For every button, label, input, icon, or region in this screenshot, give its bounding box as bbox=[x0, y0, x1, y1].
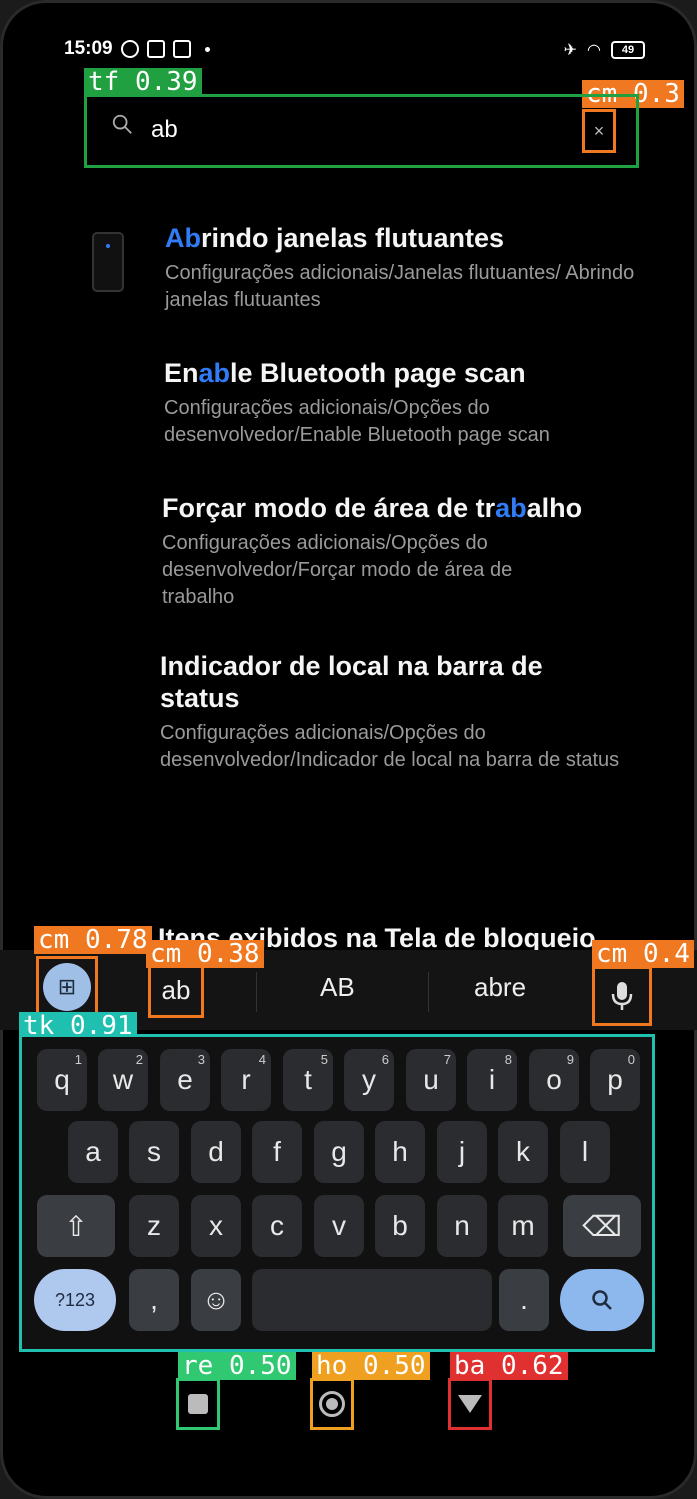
floating-window-thumbnail bbox=[92, 232, 124, 292]
space-key[interactable] bbox=[252, 1269, 492, 1331]
settings-status-icon bbox=[120, 40, 139, 58]
wifi-icon: ◠ bbox=[587, 42, 601, 59]
period-key[interactable]: . bbox=[499, 1269, 549, 1331]
key-j[interactable]: j bbox=[437, 1121, 487, 1183]
comma-key[interactable]: , bbox=[129, 1269, 179, 1331]
on-screen-keyboard: q1 w2 e3 r4 t5 y6 u7 i8 o9 p0 a s d f g … bbox=[19, 1034, 655, 1352]
key-p[interactable]: p0 bbox=[590, 1049, 640, 1111]
key-d[interactable]: d bbox=[191, 1121, 241, 1183]
detection-label-mic: cm 0.4 bbox=[592, 940, 694, 968]
suggestion-divider bbox=[428, 972, 429, 1012]
key-f[interactable]: f bbox=[252, 1121, 302, 1183]
recent-apps-button[interactable] bbox=[176, 1378, 220, 1430]
result-title: Indicador de local na barra de status bbox=[160, 651, 543, 713]
suggestion-divider bbox=[256, 972, 257, 1012]
key-o[interactable]: o9 bbox=[529, 1049, 579, 1111]
search-result[interactable]: Forçar modo de área de trabalho Configur… bbox=[162, 492, 582, 611]
key-e[interactable]: e3 bbox=[160, 1049, 210, 1111]
suggestion-abre[interactable]: abre bbox=[474, 972, 526, 1003]
status-bar: 15:09 bbox=[64, 38, 210, 60]
recent-apps-icon bbox=[188, 1394, 208, 1414]
key-b[interactable]: b bbox=[375, 1195, 425, 1257]
key-m[interactable]: m bbox=[498, 1195, 548, 1257]
battery-icon: 49 bbox=[611, 41, 645, 59]
key-q[interactable]: q1 bbox=[37, 1049, 87, 1111]
key-s[interactable]: s bbox=[129, 1121, 179, 1183]
status-bar-right: ✈ ◠ 49 bbox=[564, 40, 645, 60]
airplane-mode-icon: ✈ bbox=[563, 42, 578, 59]
key-l[interactable]: l bbox=[560, 1121, 610, 1183]
suggestion-ab[interactable]: ab bbox=[148, 962, 204, 1018]
status-time: 15:09 bbox=[64, 38, 113, 59]
key-k[interactable]: k bbox=[498, 1121, 548, 1183]
result-path: Configurações adicionais/Janelas flutuan… bbox=[165, 262, 635, 311]
key-g[interactable]: g bbox=[314, 1121, 364, 1183]
key-i[interactable]: i8 bbox=[467, 1049, 517, 1111]
keyboard-apps-button[interactable]: ⊞ bbox=[36, 956, 98, 1018]
key-y[interactable]: y6 bbox=[344, 1049, 394, 1111]
phone-screen: 15:09 ✈ ◠ 49 tf 0.39 cm 0.3 × Abrindo ja… bbox=[0, 0, 697, 1499]
detection-label-apps: cm 0.78 bbox=[34, 926, 152, 954]
detection-label-home: ho 0.50 bbox=[312, 1352, 430, 1380]
symbols-key[interactable]: ?123 bbox=[34, 1269, 116, 1331]
close-icon: × bbox=[593, 120, 605, 141]
search-bar[interactable]: × bbox=[84, 94, 639, 168]
result-path: Configurações adicionais/Opções do desen… bbox=[164, 397, 550, 446]
notification-icon-2 bbox=[172, 40, 191, 58]
result-title: Enable Bluetooth page scan bbox=[164, 358, 526, 388]
backspace-key[interactable]: ⌫ bbox=[563, 1195, 641, 1257]
search-input[interactable] bbox=[149, 109, 583, 151]
key-c[interactable]: c bbox=[252, 1195, 302, 1257]
search-icon bbox=[112, 114, 132, 134]
key-w[interactable]: w2 bbox=[98, 1049, 148, 1111]
result-path: Configurações adicionais/Opções do desen… bbox=[160, 722, 620, 771]
clear-search-button[interactable]: × bbox=[582, 109, 616, 153]
home-button[interactable] bbox=[310, 1378, 354, 1430]
microphone-icon bbox=[611, 982, 633, 1010]
key-a[interactable]: a bbox=[68, 1121, 118, 1183]
result-title: Abrindo janelas flutuantes bbox=[165, 223, 505, 253]
back-icon bbox=[458, 1395, 482, 1413]
emoji-key[interactable]: ☺ bbox=[191, 1269, 241, 1331]
key-h[interactable]: h bbox=[375, 1121, 425, 1183]
voice-input-button[interactable] bbox=[592, 966, 652, 1026]
key-z[interactable]: z bbox=[129, 1195, 179, 1257]
key-t[interactable]: t5 bbox=[283, 1049, 333, 1111]
home-icon bbox=[319, 1391, 345, 1417]
search-result[interactable]: Indicador de local na barra de status Co… bbox=[160, 650, 619, 774]
search-key[interactable] bbox=[560, 1269, 644, 1331]
key-v[interactable]: v bbox=[314, 1195, 364, 1257]
result-path: Configurações adicionais/Opções do desen… bbox=[162, 532, 513, 608]
suggestion-AB[interactable]: AB bbox=[320, 972, 355, 1003]
key-n[interactable]: n bbox=[437, 1195, 487, 1257]
notification-icon bbox=[146, 40, 165, 58]
more-notifications-dot bbox=[204, 46, 210, 52]
key-x[interactable]: x bbox=[191, 1195, 241, 1257]
detection-label-tf: tf 0.39 bbox=[84, 68, 202, 96]
key-r[interactable]: r4 bbox=[221, 1049, 271, 1111]
back-button[interactable] bbox=[448, 1378, 492, 1430]
shift-key[interactable]: ⇧ bbox=[37, 1195, 115, 1257]
key-u[interactable]: u7 bbox=[406, 1049, 456, 1111]
grid-icon: ⊞ bbox=[43, 963, 91, 1011]
battery-level: 49 bbox=[621, 44, 635, 56]
result-title: Forçar modo de área de trabalho bbox=[162, 493, 583, 523]
detection-label-back: ba 0.62 bbox=[450, 1352, 568, 1380]
search-result[interactable]: Abrindo janelas flutuantes Configurações… bbox=[165, 222, 645, 314]
search-icon bbox=[592, 1290, 612, 1310]
detection-label-recent: re 0.50 bbox=[178, 1352, 296, 1380]
search-result[interactable]: Enable Bluetooth page scan Configurações… bbox=[164, 357, 614, 449]
